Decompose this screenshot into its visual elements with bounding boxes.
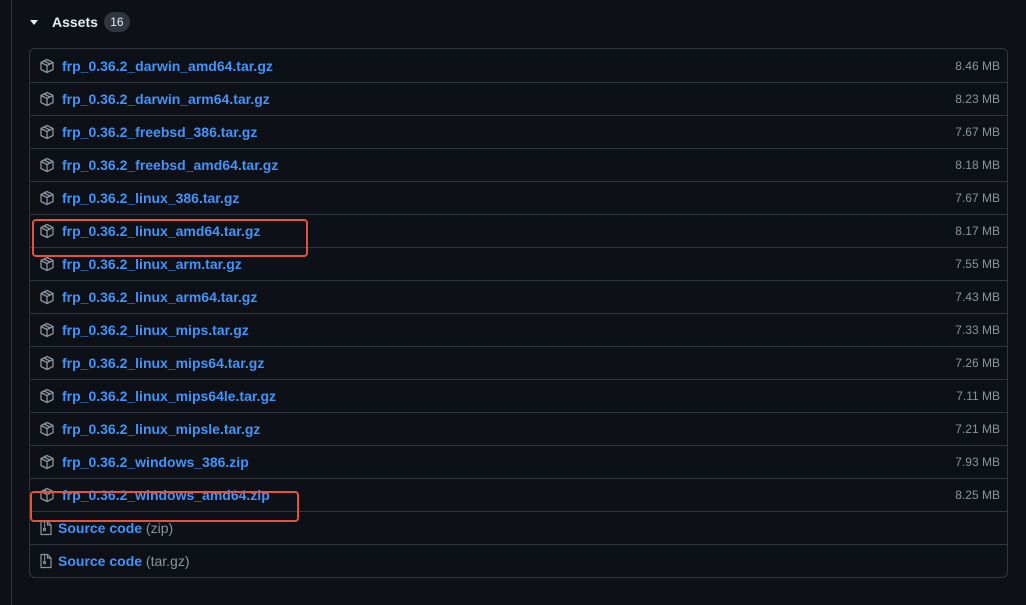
- asset-link[interactable]: frp_0.36.2_windows_amd64.zip: [62, 487, 270, 503]
- source-code-label: Source code: [58, 553, 143, 569]
- asset-size: 7.67 MB: [955, 125, 1000, 139]
- package-icon: [39, 421, 55, 437]
- asset-link[interactable]: frp_0.36.2_linux_mips.tar.gz: [62, 322, 249, 338]
- asset-row: frp_0.36.2_darwin_amd64.tar.gz 8.46 MB: [30, 49, 1007, 82]
- asset-row: frp_0.36.2_linux_mipsle.tar.gz 7.21 MB: [30, 412, 1007, 445]
- asset-row: frp_0.36.2_windows_amd64.zip 8.25 MB: [30, 478, 1007, 511]
- asset-link[interactable]: frp_0.36.2_freebsd_amd64.tar.gz: [62, 157, 278, 173]
- assets-list: frp_0.36.2_darwin_amd64.tar.gz 8.46 MB f…: [29, 48, 1008, 578]
- asset-link[interactable]: frp_0.36.2_linux_amd64.tar.gz: [62, 223, 260, 239]
- package-icon: [39, 322, 55, 338]
- source-code-row: Source code (zip): [30, 511, 1007, 544]
- asset-size: 7.93 MB: [955, 455, 1000, 469]
- package-icon: [39, 487, 55, 503]
- triangle-down-icon: [30, 19, 38, 25]
- asset-row: frp_0.36.2_linux_mips.tar.gz 7.33 MB: [30, 313, 1007, 346]
- asset-size: 8.25 MB: [955, 488, 1000, 502]
- source-code-row: Source code (tar.gz): [30, 544, 1007, 577]
- timeline-border: [11, 0, 12, 605]
- source-code-zip-link[interactable]: Source code (zip): [58, 520, 173, 536]
- assets-toggle[interactable]: Assets 16: [30, 10, 130, 34]
- asset-row: frp_0.36.2_freebsd_386.tar.gz 7.67 MB: [30, 115, 1007, 148]
- source-code-targz-link[interactable]: Source code (tar.gz): [58, 553, 190, 569]
- package-icon: [39, 289, 55, 305]
- asset-link[interactable]: frp_0.36.2_freebsd_386.tar.gz: [62, 124, 257, 140]
- file-zip-icon: [39, 553, 53, 569]
- asset-link[interactable]: frp_0.36.2_linux_arm64.tar.gz: [62, 289, 257, 305]
- asset-size: 8.18 MB: [955, 158, 1000, 172]
- asset-row: frp_0.36.2_linux_386.tar.gz 7.67 MB: [30, 181, 1007, 214]
- asset-size: 8.46 MB: [955, 58, 1000, 73]
- package-icon: [39, 157, 55, 173]
- asset-link[interactable]: frp_0.36.2_linux_386.tar.gz: [62, 190, 239, 206]
- file-zip-icon: [39, 520, 53, 536]
- source-code-ext: (zip): [145, 520, 174, 536]
- asset-link[interactable]: frp_0.36.2_darwin_arm64.tar.gz: [62, 91, 270, 107]
- package-icon: [39, 388, 55, 404]
- asset-row: frp_0.36.2_linux_mips64le.tar.gz 7.11 MB: [30, 379, 1007, 412]
- package-icon: [39, 223, 55, 239]
- package-icon: [39, 58, 55, 74]
- asset-size: 7.21 MB: [955, 422, 1000, 436]
- asset-link[interactable]: frp_0.36.2_linux_arm.tar.gz: [62, 256, 242, 272]
- asset-size: 7.33 MB: [955, 323, 1000, 337]
- release-assets-page: Assets 16 frp_0.36.2_darwin_amd64.tar.gz…: [0, 0, 1026, 605]
- source-code-label: Source code: [58, 520, 143, 536]
- assets-title: Assets: [52, 14, 98, 30]
- package-icon: [39, 124, 55, 140]
- asset-link[interactable]: frp_0.36.2_linux_mipsle.tar.gz: [62, 421, 260, 437]
- asset-size: 7.26 MB: [955, 356, 1000, 370]
- asset-link[interactable]: frp_0.36.2_windows_386.zip: [62, 454, 249, 470]
- asset-row: frp_0.36.2_linux_arm64.tar.gz 7.43 MB: [30, 280, 1007, 313]
- asset-row: frp_0.36.2_windows_386.zip 7.93 MB: [30, 445, 1007, 478]
- package-icon: [39, 91, 55, 107]
- asset-link[interactable]: frp_0.36.2_darwin_amd64.tar.gz: [62, 58, 273, 74]
- asset-row: frp_0.36.2_linux_amd64.tar.gz 8.17 MB: [30, 214, 1007, 247]
- asset-row: frp_0.36.2_linux_arm.tar.gz 7.55 MB: [30, 247, 1007, 280]
- asset-link[interactable]: frp_0.36.2_linux_mips64.tar.gz: [62, 355, 264, 371]
- asset-row: frp_0.36.2_linux_mips64.tar.gz 7.26 MB: [30, 346, 1007, 379]
- package-icon: [39, 454, 55, 470]
- package-icon: [39, 190, 55, 206]
- asset-row: frp_0.36.2_darwin_arm64.tar.gz 8.23 MB: [30, 82, 1007, 115]
- source-code-ext: (tar.gz): [145, 553, 190, 569]
- asset-size: 7.43 MB: [955, 290, 1000, 304]
- asset-link[interactable]: frp_0.36.2_linux_mips64le.tar.gz: [62, 388, 276, 404]
- asset-size: 7.55 MB: [955, 257, 1000, 271]
- asset-size: 8.23 MB: [955, 92, 1000, 106]
- asset-size: 8.17 MB: [955, 224, 1000, 238]
- asset-row: frp_0.36.2_freebsd_amd64.tar.gz 8.18 MB: [30, 148, 1007, 181]
- package-icon: [39, 355, 55, 371]
- asset-size: 7.11 MB: [956, 389, 1000, 403]
- package-icon: [39, 256, 55, 272]
- asset-size: 7.67 MB: [955, 191, 1000, 205]
- assets-count-badge: 16: [103, 12, 130, 32]
